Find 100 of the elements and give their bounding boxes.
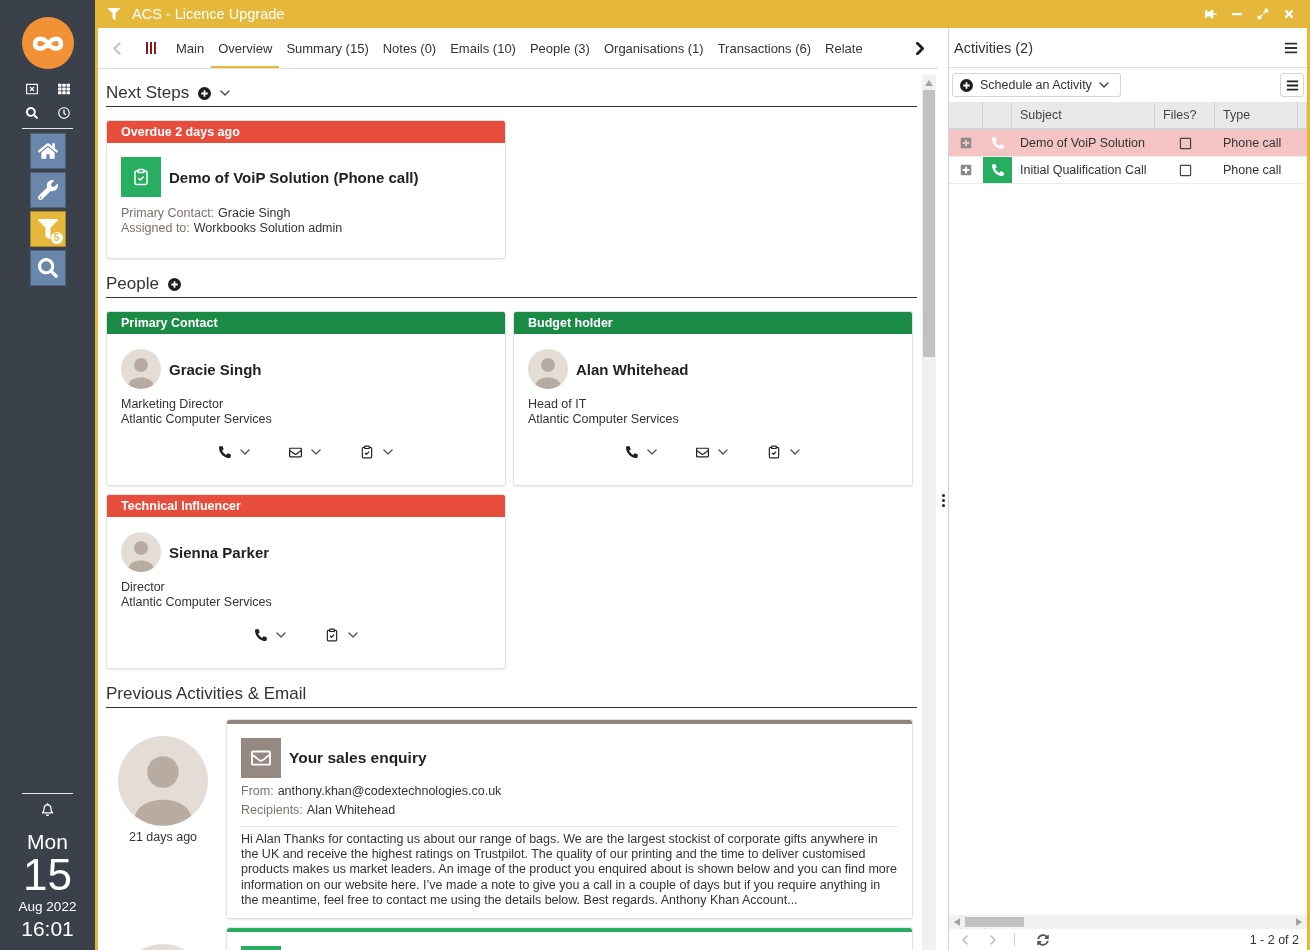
table-cell-text: Demo of VoiP Solution: [1019, 135, 1146, 152]
phone-icon: [254, 629, 267, 641]
phone-icon: [219, 446, 231, 458]
home-icon: [37, 141, 58, 161]
task-menu-button[interactable]: [767, 445, 800, 459]
section-title: Next Steps: [106, 83, 190, 103]
envelope-icon: [696, 445, 709, 459]
phone-icon: [983, 157, 1012, 183]
boxed-x-icon[interactable]: [25, 83, 38, 95]
activity-title[interactable]: Demo of VoiP Solution (Phone call): [169, 168, 419, 186]
count-badge: 5: [50, 232, 63, 244]
call-menu-button[interactable]: [219, 446, 250, 458]
filter-icon: [37, 219, 58, 239]
table-cell-text: Phone call: [1222, 162, 1283, 179]
person-name[interactable]: Alan Whitehead: [576, 360, 689, 378]
call-menu-button[interactable]: [626, 446, 657, 458]
avatar-icon: [121, 532, 161, 572]
time-ago-text: 21 days ago: [128, 830, 198, 844]
table-cell-text: Phone call: [1222, 135, 1283, 152]
logo-icon[interactable]: [21, 17, 74, 69]
grip-dots-icon[interactable]: [941, 493, 945, 507]
menu-button[interactable]: [1280, 73, 1304, 97]
table-row[interactable]: Demo of VoiP Solution Phone call: [949, 130, 1307, 157]
chevron-down-icon: [647, 449, 657, 455]
tab[interactable]: People (3): [522, 28, 597, 68]
section-title: People: [106, 274, 159, 294]
field-label: Recipients:: [241, 802, 303, 819]
clock-icon[interactable]: [57, 107, 70, 119]
job-title: Head of IT: [528, 397, 588, 412]
person-name[interactable]: Sienna Parker: [169, 543, 270, 561]
checkbox[interactable]: [1178, 163, 1192, 177]
tab[interactable]: Overview: [211, 28, 280, 68]
vertical-scrollbar[interactable]: [922, 75, 936, 950]
date-number: 15: [23, 854, 72, 896]
field-value: anthony.khan@codextechnologies.co.uk: [277, 783, 502, 800]
email-subject[interactable]: Your sales enquiry: [289, 749, 427, 767]
add-icon[interactable]: [198, 86, 212, 100]
tab[interactable]: Organisations (1): [596, 28, 711, 68]
job-title: Marketing Director: [121, 397, 225, 412]
call-menu-button[interactable]: [254, 629, 286, 641]
chevron-down-icon: [718, 449, 728, 455]
wrench-icon: [37, 180, 58, 200]
refresh-icon[interactable]: [1037, 933, 1049, 946]
expand-icon[interactable]: [960, 164, 972, 176]
envelope-icon: [289, 445, 302, 459]
add-icon[interactable]: [167, 277, 181, 291]
job-title: Director: [121, 580, 166, 595]
section-title: Previous Activities & Email: [106, 684, 307, 704]
task-menu-button[interactable]: [324, 628, 358, 642]
chevron-right-icon[interactable]: [916, 41, 924, 55]
avatar-icon: [118, 736, 208, 826]
menu-icon[interactable]: [1284, 40, 1298, 55]
chevron-down-icon: [1098, 82, 1109, 88]
status-banner: Overdue 2 days ago: [107, 121, 505, 143]
tools-button[interactable]: [29, 172, 66, 208]
chevron-down-icon[interactable]: [220, 90, 231, 96]
tab[interactable]: Main: [169, 28, 212, 68]
scrollbar-thumb[interactable]: [923, 90, 935, 357]
table-cell-text: Initial Qualification Call: [1019, 162, 1148, 179]
tab[interactable]: Notes (0): [375, 28, 444, 68]
schedule-activity-button[interactable]: Schedule an Activity: [952, 73, 1121, 97]
field-value: Gracie Singh: [218, 206, 291, 221]
home-button[interactable]: [29, 133, 66, 169]
bell-icon[interactable]: [41, 803, 54, 816]
task-menu-button[interactable]: [360, 445, 393, 459]
tab[interactable]: Emails (10): [443, 28, 523, 68]
column-bars-icon[interactable]: [146, 42, 156, 54]
column-header[interactable]: Subject: [1012, 102, 1155, 128]
chevron-down-icon: [311, 449, 321, 455]
clipboard-check-icon: [767, 445, 781, 459]
role-banner: Budget holder: [514, 312, 912, 334]
field-label: From:: [241, 783, 274, 800]
panel-title: Activities (2): [954, 39, 1033, 56]
tab[interactable]: Summary (15): [279, 28, 376, 68]
horizontal-scrollbar[interactable]: [949, 915, 1307, 929]
checkbox[interactable]: [1178, 136, 1192, 150]
month-year-text: Aug 2022: [18, 898, 77, 915]
menu-icon: [1285, 78, 1299, 92]
time-text: 16:01: [21, 917, 74, 941]
search-icon[interactable]: [25, 107, 38, 119]
role-banner: Primary Contact: [107, 312, 505, 334]
column-header[interactable]: Type: [1215, 102, 1298, 128]
add-icon[interactable]: [960, 78, 973, 92]
chevron-down-icon: [275, 632, 286, 638]
search-button[interactable]: [29, 250, 66, 286]
tab[interactable]: Transactions (6): [710, 28, 819, 68]
person-name[interactable]: Gracie Singh: [169, 360, 262, 378]
window-title: ACS - Licence Upgrade: [132, 6, 286, 22]
phone-icon: [626, 446, 638, 458]
email-menu-button[interactable]: [289, 445, 321, 459]
column-header[interactable]: Files?: [1155, 102, 1215, 128]
role-banner: Technical Influencer: [107, 495, 505, 517]
organisation-name: Atlantic Computer Services: [528, 412, 680, 427]
email-menu-button[interactable]: [696, 445, 728, 459]
scrollbar-thumb[interactable]: [965, 917, 1024, 927]
search-icon: [37, 258, 58, 278]
grid-icon[interactable]: [57, 83, 70, 95]
tab[interactable]: Relate: [818, 28, 870, 68]
table-row[interactable]: Initial Qualification Call Phone call: [949, 157, 1307, 184]
organisation-name: Atlantic Computer Services: [121, 595, 273, 610]
